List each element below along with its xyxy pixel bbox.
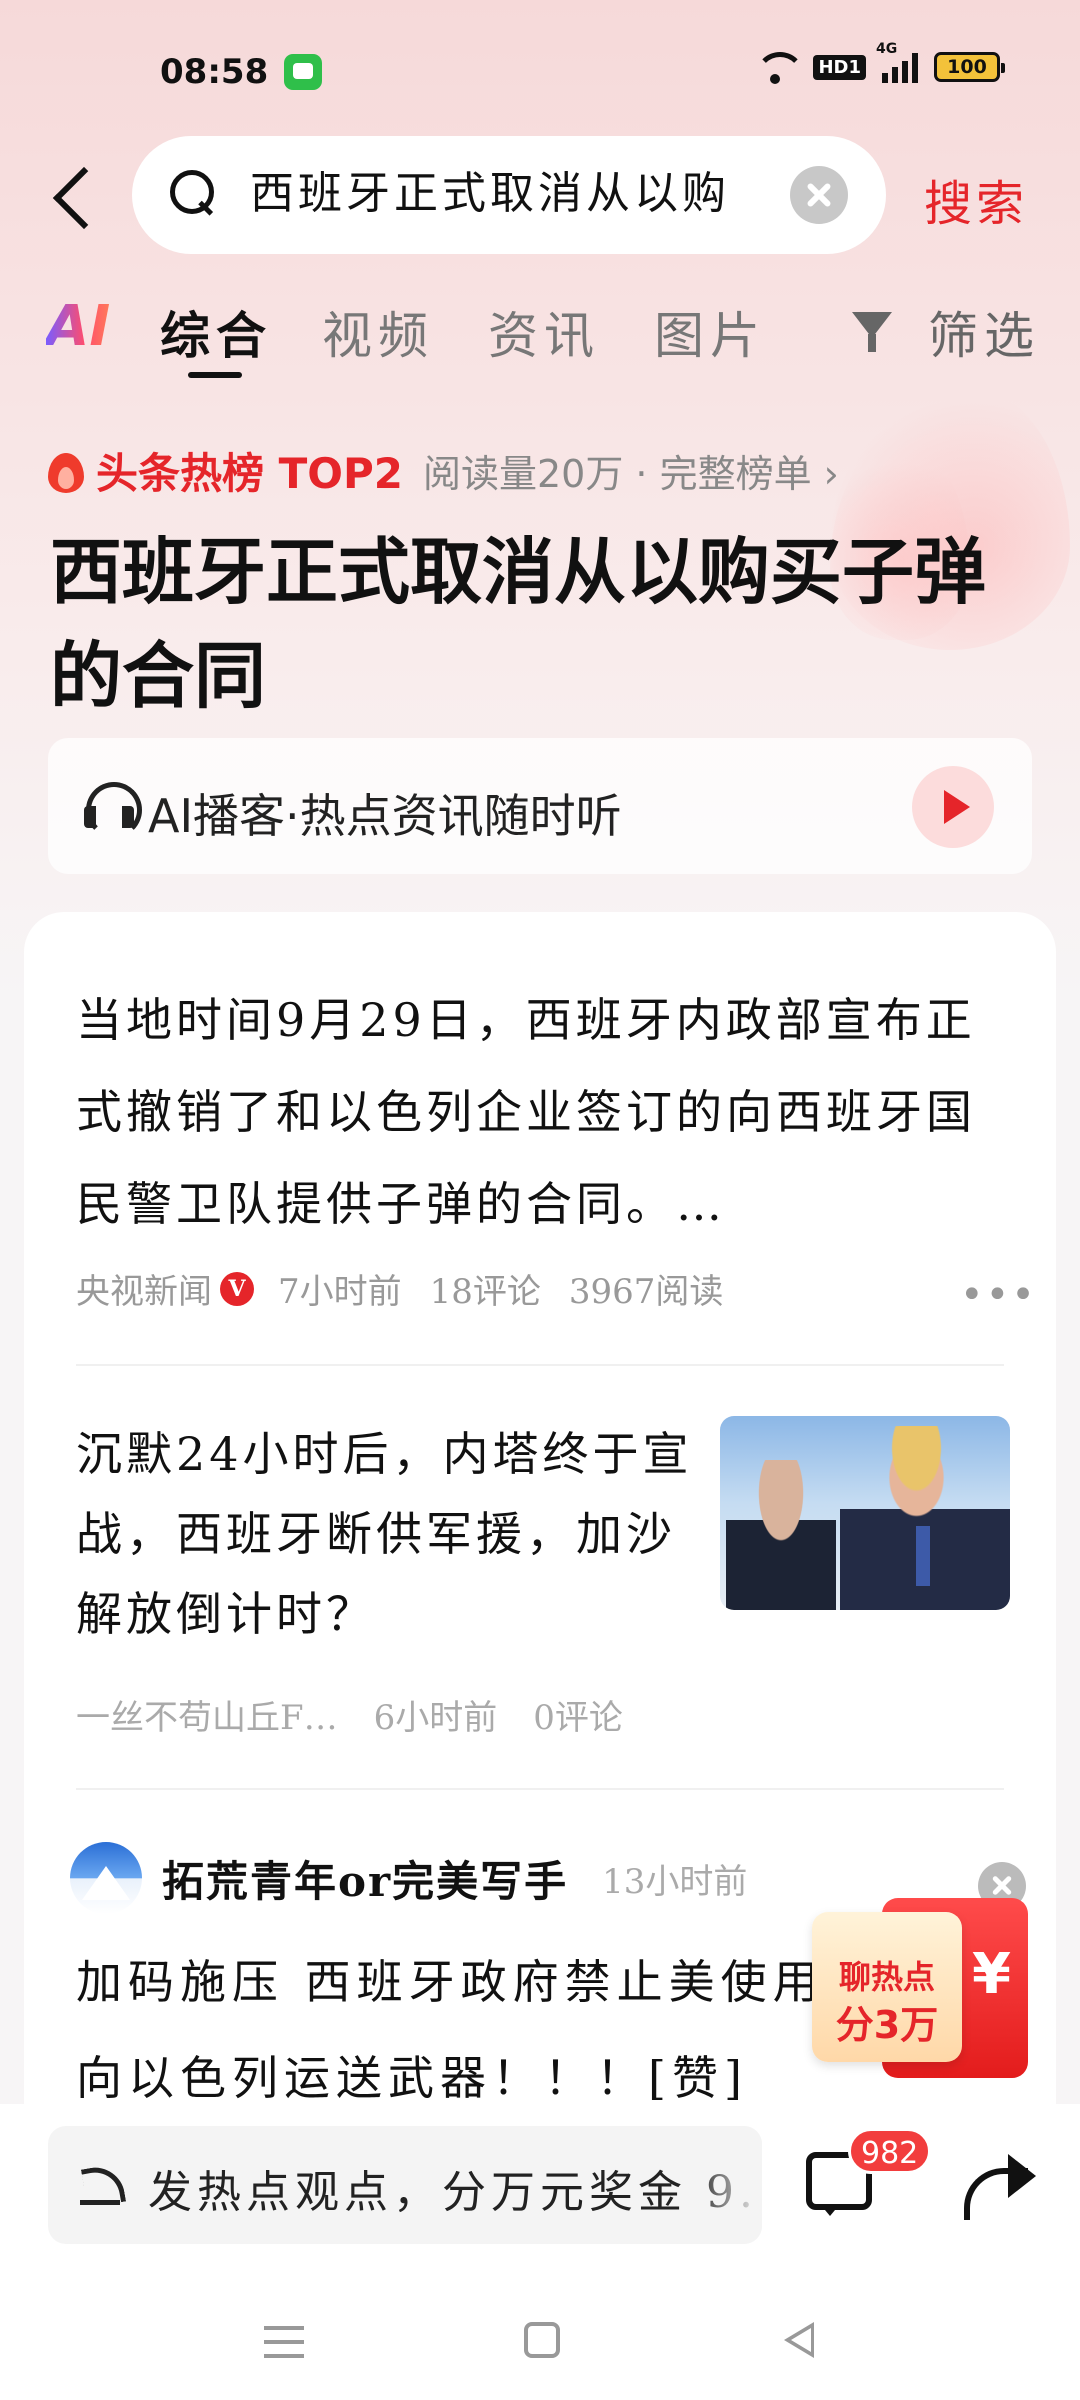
back-nav-icon[interactable] bbox=[784, 2322, 814, 2358]
search-bar[interactable]: 西班牙正式取消从以购 bbox=[132, 136, 886, 254]
battery-icon: 100 bbox=[934, 52, 1005, 82]
verified-badge-icon: V bbox=[220, 1271, 254, 1306]
status-bar: 08:58 HD1 4G 100 bbox=[0, 41, 1080, 104]
article-1-source[interactable]: 央视新闻 bbox=[76, 1264, 212, 1313]
comment-count-badge: 982 bbox=[848, 2128, 932, 2174]
red-packet-promo[interactable]: ¥ 聊热点 分3万 bbox=[812, 1898, 1028, 2082]
pen-icon bbox=[80, 2162, 124, 2208]
clear-search-button[interactable] bbox=[790, 166, 848, 224]
hot-rank-meta[interactable]: 阅读量20万 · 完整榜单 › bbox=[423, 443, 839, 498]
filter-button[interactable]: 筛选 bbox=[928, 296, 1040, 368]
search-icon bbox=[170, 170, 216, 216]
red-packet-line2: 分3万 bbox=[835, 2003, 939, 2047]
recent-apps-icon[interactable] bbox=[264, 2326, 304, 2358]
podcast-label: AI播客·热点资讯随时听 bbox=[148, 789, 622, 843]
article-1-reads: 3967阅读 bbox=[568, 1272, 724, 1312]
post-time: 13小时前 bbox=[602, 1861, 748, 1902]
tab-images[interactable]: 图片 bbox=[654, 296, 766, 368]
comment-input[interactable]: 发热点观点，分万元奖金 9. bbox=[48, 2126, 762, 2244]
divider bbox=[76, 1364, 1004, 1366]
headphone-icon bbox=[84, 782, 142, 838]
ai-tab-logo[interactable]: AI bbox=[46, 294, 110, 359]
hd-icon: HD1 bbox=[813, 54, 866, 80]
article-1-text[interactable]: 当地时间9月29日，西班牙内政部宣布正式撤销了和以色列企业签订的向西班牙国民警卫… bbox=[76, 974, 1006, 1250]
article-1-time: 7小时前 bbox=[278, 1272, 402, 1312]
tab-news[interactable]: 资讯 bbox=[488, 296, 600, 368]
article-1-meta: 央视新闻 V 7小时前 18评论 3967阅读 bbox=[76, 1264, 751, 1313]
signal-icon: 4G bbox=[876, 41, 918, 83]
tab-video[interactable]: 视频 bbox=[322, 296, 434, 368]
red-packet-front: 聊热点 分3万 bbox=[812, 1912, 962, 2062]
message-notification-icon bbox=[284, 54, 322, 90]
status-indicators: HD1 4G 100 bbox=[753, 41, 1005, 84]
active-tab-indicator bbox=[188, 372, 242, 378]
yen-icon: ¥ bbox=[972, 1942, 1011, 2007]
share-icon[interactable] bbox=[964, 2154, 1036, 2220]
article-2-comments: 0评论 bbox=[533, 1698, 623, 1738]
status-time: 08:58 bbox=[160, 52, 269, 92]
post-author-row[interactable]: 拓荒青年or完美写手 13小时前 bbox=[70, 1842, 747, 1914]
article-2-title[interactable]: 沉默24小时后，内塔终于宣战，西班牙断供军援，加沙解放倒计时？ bbox=[76, 1414, 716, 1654]
category-tabs: AI 综合 视频 资讯 图片 筛选 bbox=[0, 290, 1080, 380]
topic-headline: 西班牙正式取消从以购买子弹的合同 bbox=[50, 530, 987, 718]
hot-rank-label: 头条热榜 TOP2 bbox=[96, 449, 403, 498]
post-author-name[interactable]: 拓荒青年or完美写手 bbox=[162, 1848, 568, 1909]
comment-fade bbox=[692, 2126, 762, 2244]
red-packet-line1: 聊热点 bbox=[838, 1958, 935, 1996]
avatar[interactable] bbox=[70, 1842, 142, 1914]
network-type-label: 4G bbox=[876, 41, 898, 57]
system-navigation-bar bbox=[0, 2300, 1080, 2380]
wifi-icon bbox=[753, 50, 806, 84]
home-icon[interactable] bbox=[524, 2322, 560, 2358]
article-2-source[interactable]: 一丝不苟山丘F… bbox=[76, 1690, 338, 1739]
divider bbox=[76, 1788, 1004, 1790]
ai-podcast-bar[interactable]: AI播客·热点资讯随时听 bbox=[48, 738, 1032, 874]
fire-icon bbox=[46, 447, 86, 495]
search-input[interactable]: 西班牙正式取消从以购 bbox=[250, 164, 790, 224]
article-2-time: 6小时前 bbox=[373, 1698, 498, 1738]
comment-placeholder: 发热点观点，分万元奖金 9. bbox=[148, 2167, 758, 2218]
article-2-thumbnail[interactable] bbox=[720, 1416, 1010, 1610]
play-button[interactable] bbox=[912, 766, 994, 848]
article-2-meta: 一丝不苟山丘F… 6小时前 0评论 bbox=[76, 1690, 659, 1739]
filter-icon[interactable] bbox=[846, 310, 894, 354]
hot-list-row[interactable]: 头条热榜 TOP2 阅读量20万 · 完整榜单 › bbox=[46, 440, 839, 501]
article-1-comments: 18评论 bbox=[429, 1272, 541, 1312]
tab-comprehensive[interactable]: 综合 bbox=[160, 296, 272, 368]
battery-level: 100 bbox=[947, 56, 987, 78]
search-button[interactable]: 搜索 bbox=[924, 164, 1028, 234]
back-button[interactable] bbox=[44, 158, 104, 238]
more-options-icon[interactable]: ••• bbox=[960, 1272, 1037, 1318]
